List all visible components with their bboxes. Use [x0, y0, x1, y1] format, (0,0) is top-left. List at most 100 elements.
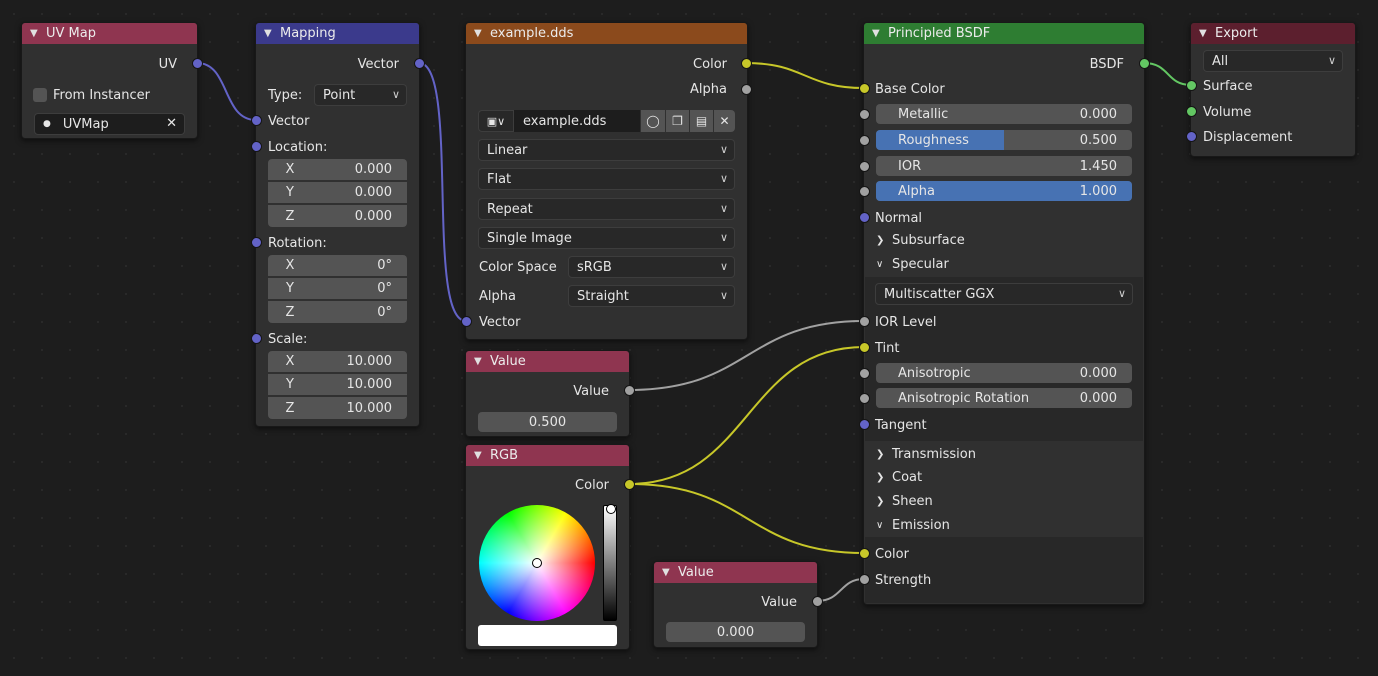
emission-color-input-socket[interactable]	[859, 548, 870, 559]
value-node-1[interactable]: ▼ Value Value 0.500	[465, 350, 630, 437]
value-header[interactable]: ▼ Value	[466, 351, 629, 372]
rotation-y-field[interactable]: Y 0°	[268, 278, 407, 300]
unlink-button[interactable]: ✕	[714, 110, 735, 132]
checkbox-icon[interactable]	[33, 88, 47, 102]
image-texture-node[interactable]: ▼ example.dds Color Alpha ▣∨ example.dds…	[465, 22, 748, 340]
subsurface-panel[interactable]: ❯ Subsurface	[864, 229, 1144, 252]
collapse-chevron-icon[interactable]: ▼	[872, 28, 888, 39]
value-field[interactable]: 0.500	[478, 412, 617, 432]
distribution-dropdown[interactable]: Multiscatter GGX ∨	[875, 283, 1133, 305]
image-vector-input-socket[interactable]	[461, 316, 472, 327]
image-color-output-socket[interactable]	[741, 58, 752, 69]
collapse-chevron-icon[interactable]: ▼	[30, 28, 46, 39]
coat-panel[interactable]: ❯ Coat	[864, 466, 1144, 489]
value-slider-handle[interactable]	[606, 504, 616, 514]
type-dropdown[interactable]: Point ∨	[314, 84, 407, 106]
value-node-2[interactable]: ▼ Value Value 0.000	[653, 561, 818, 648]
extension-dropdown[interactable]: Repeat ∨	[478, 198, 735, 220]
rgb-color-output-socket[interactable]	[624, 479, 635, 490]
alpha-slider[interactable]: Alpha 1.000	[876, 181, 1132, 201]
anisotropic-field[interactable]: Anisotropic 0.000	[876, 363, 1132, 383]
scale-y-field[interactable]: Y 10.000	[268, 374, 407, 396]
collapse-chevron-icon[interactable]: ▼	[474, 28, 490, 39]
collapse-chevron-icon[interactable]: ▼	[264, 28, 280, 39]
location-z-field[interactable]: Z 0.000	[268, 205, 407, 227]
export-output-node[interactable]: ▼ Export All ∨ Surface Volume Displacemen…	[1190, 22, 1356, 157]
value1-output-socket[interactable]	[624, 385, 635, 396]
emission-panel[interactable]: ∨ Emission	[864, 514, 1144, 537]
ior-level-input-socket[interactable]	[859, 316, 870, 327]
fake-user-button[interactable]: ◯	[641, 110, 665, 132]
collapse-chevron-icon[interactable]: ▼	[662, 567, 678, 578]
roughness-slider[interactable]: Roughness 0.500	[876, 130, 1132, 150]
image-texture-header[interactable]: ▼ example.dds	[466, 23, 747, 44]
value2-output-socket[interactable]	[812, 596, 823, 607]
image-name-field[interactable]: example.dds	[514, 110, 640, 132]
anisotropic-rotation-input-socket[interactable]	[859, 393, 870, 404]
uv-output-socket[interactable]	[192, 58, 203, 69]
anisotropic-input-socket[interactable]	[859, 368, 870, 379]
color-swatch[interactable]	[478, 625, 617, 646]
emission-strength-input-socket[interactable]	[859, 574, 870, 585]
scale-x-field[interactable]: X 10.000	[268, 351, 407, 373]
duplicate-button[interactable]: ❐	[666, 110, 689, 132]
tangent-input-socket[interactable]	[859, 419, 870, 430]
source-dropdown[interactable]: Single Image ∨	[478, 227, 735, 249]
uv-map-header[interactable]: ▼ UV Map	[22, 23, 197, 44]
open-file-button[interactable]: ▤	[690, 110, 713, 132]
specular-panel[interactable]: ∨ Specular	[864, 253, 1144, 276]
alpha-mode-dropdown[interactable]: Straight ∨	[568, 285, 735, 307]
mapping-node[interactable]: ▼ Mapping Vector Type: Point ∨ Vector Lo…	[255, 22, 420, 427]
from-instancer-row[interactable]: From Instancer	[22, 84, 197, 106]
collapse-chevron-icon[interactable]: ▼	[474, 356, 490, 367]
metallic-input-socket[interactable]	[859, 109, 870, 120]
mapping-vector-input-socket[interactable]	[251, 115, 262, 126]
transmission-panel[interactable]: ❯ Transmission	[864, 443, 1144, 466]
mapping-header[interactable]: ▼ Mapping	[256, 23, 419, 44]
scale-z-field[interactable]: Z 10.000	[268, 397, 407, 419]
target-dropdown[interactable]: All ∨	[1203, 50, 1343, 72]
metallic-field[interactable]: Metallic 0.000	[876, 104, 1132, 124]
surface-input-socket[interactable]	[1186, 80, 1197, 91]
export-header[interactable]: ▼ Export	[1191, 23, 1355, 44]
projection-dropdown[interactable]: Flat ∨	[478, 168, 735, 190]
location-y-field[interactable]: Y 0.000	[268, 182, 407, 204]
rgb-header[interactable]: ▼ RGB	[466, 445, 629, 466]
collapse-chevron-icon[interactable]: ▼	[474, 450, 490, 461]
color-picker-cursor[interactable]	[532, 558, 542, 568]
clear-icon[interactable]: ✕	[166, 116, 177, 131]
normal-input-socket[interactable]	[859, 212, 870, 223]
mapping-vector-output-socket[interactable]	[414, 58, 425, 69]
colorspace-dropdown[interactable]: sRGB ∨	[568, 256, 735, 278]
displacement-input-socket[interactable]	[1186, 131, 1197, 142]
anisotropic-rotation-field[interactable]: Anisotropic Rotation 0.000	[876, 388, 1132, 408]
location-x-field[interactable]: X 0.000	[268, 159, 407, 181]
value-header[interactable]: ▼ Value	[654, 562, 817, 583]
image-alpha-output-socket[interactable]	[741, 84, 752, 95]
mapping-rotation-input-socket[interactable]	[251, 237, 262, 248]
sheen-panel[interactable]: ❯ Sheen	[864, 490, 1144, 513]
value-field[interactable]: 0.000	[666, 622, 805, 642]
ior-input-socket[interactable]	[859, 161, 870, 172]
rgb-node[interactable]: ▼ RGB Color	[465, 444, 630, 650]
bsdf-header[interactable]: ▼ Principled BSDF	[864, 23, 1144, 44]
bsdf-output-socket[interactable]	[1139, 58, 1150, 69]
base-color-input-socket[interactable]	[859, 83, 870, 94]
alpha-input-socket[interactable]	[859, 186, 870, 197]
rotation-z-field[interactable]: Z 0°	[268, 301, 407, 323]
tint-input-socket[interactable]	[859, 342, 870, 353]
uv-map-node[interactable]: ▼ UV Map UV From Instancer ● UVMap ✕	[21, 22, 198, 139]
uv-map-selector[interactable]: ● UVMap ✕	[34, 113, 185, 135]
value-slider[interactable]	[603, 504, 617, 621]
volume-input-socket[interactable]	[1186, 106, 1197, 117]
color-wheel[interactable]	[479, 505, 595, 621]
mapping-scale-input-socket[interactable]	[251, 333, 262, 344]
ior-field[interactable]: IOR 1.450	[876, 156, 1132, 176]
image-browse-button[interactable]: ▣∨	[478, 110, 514, 132]
collapse-chevron-icon[interactable]: ▼	[1199, 28, 1215, 39]
rotation-x-field[interactable]: X 0°	[268, 255, 407, 277]
interpolation-dropdown[interactable]: Linear ∨	[478, 139, 735, 161]
roughness-input-socket[interactable]	[859, 135, 870, 146]
mapping-location-input-socket[interactable]	[251, 141, 262, 152]
principled-bsdf-node[interactable]: ▼ Principled BSDF BSDF Base Color Metall…	[863, 22, 1145, 605]
